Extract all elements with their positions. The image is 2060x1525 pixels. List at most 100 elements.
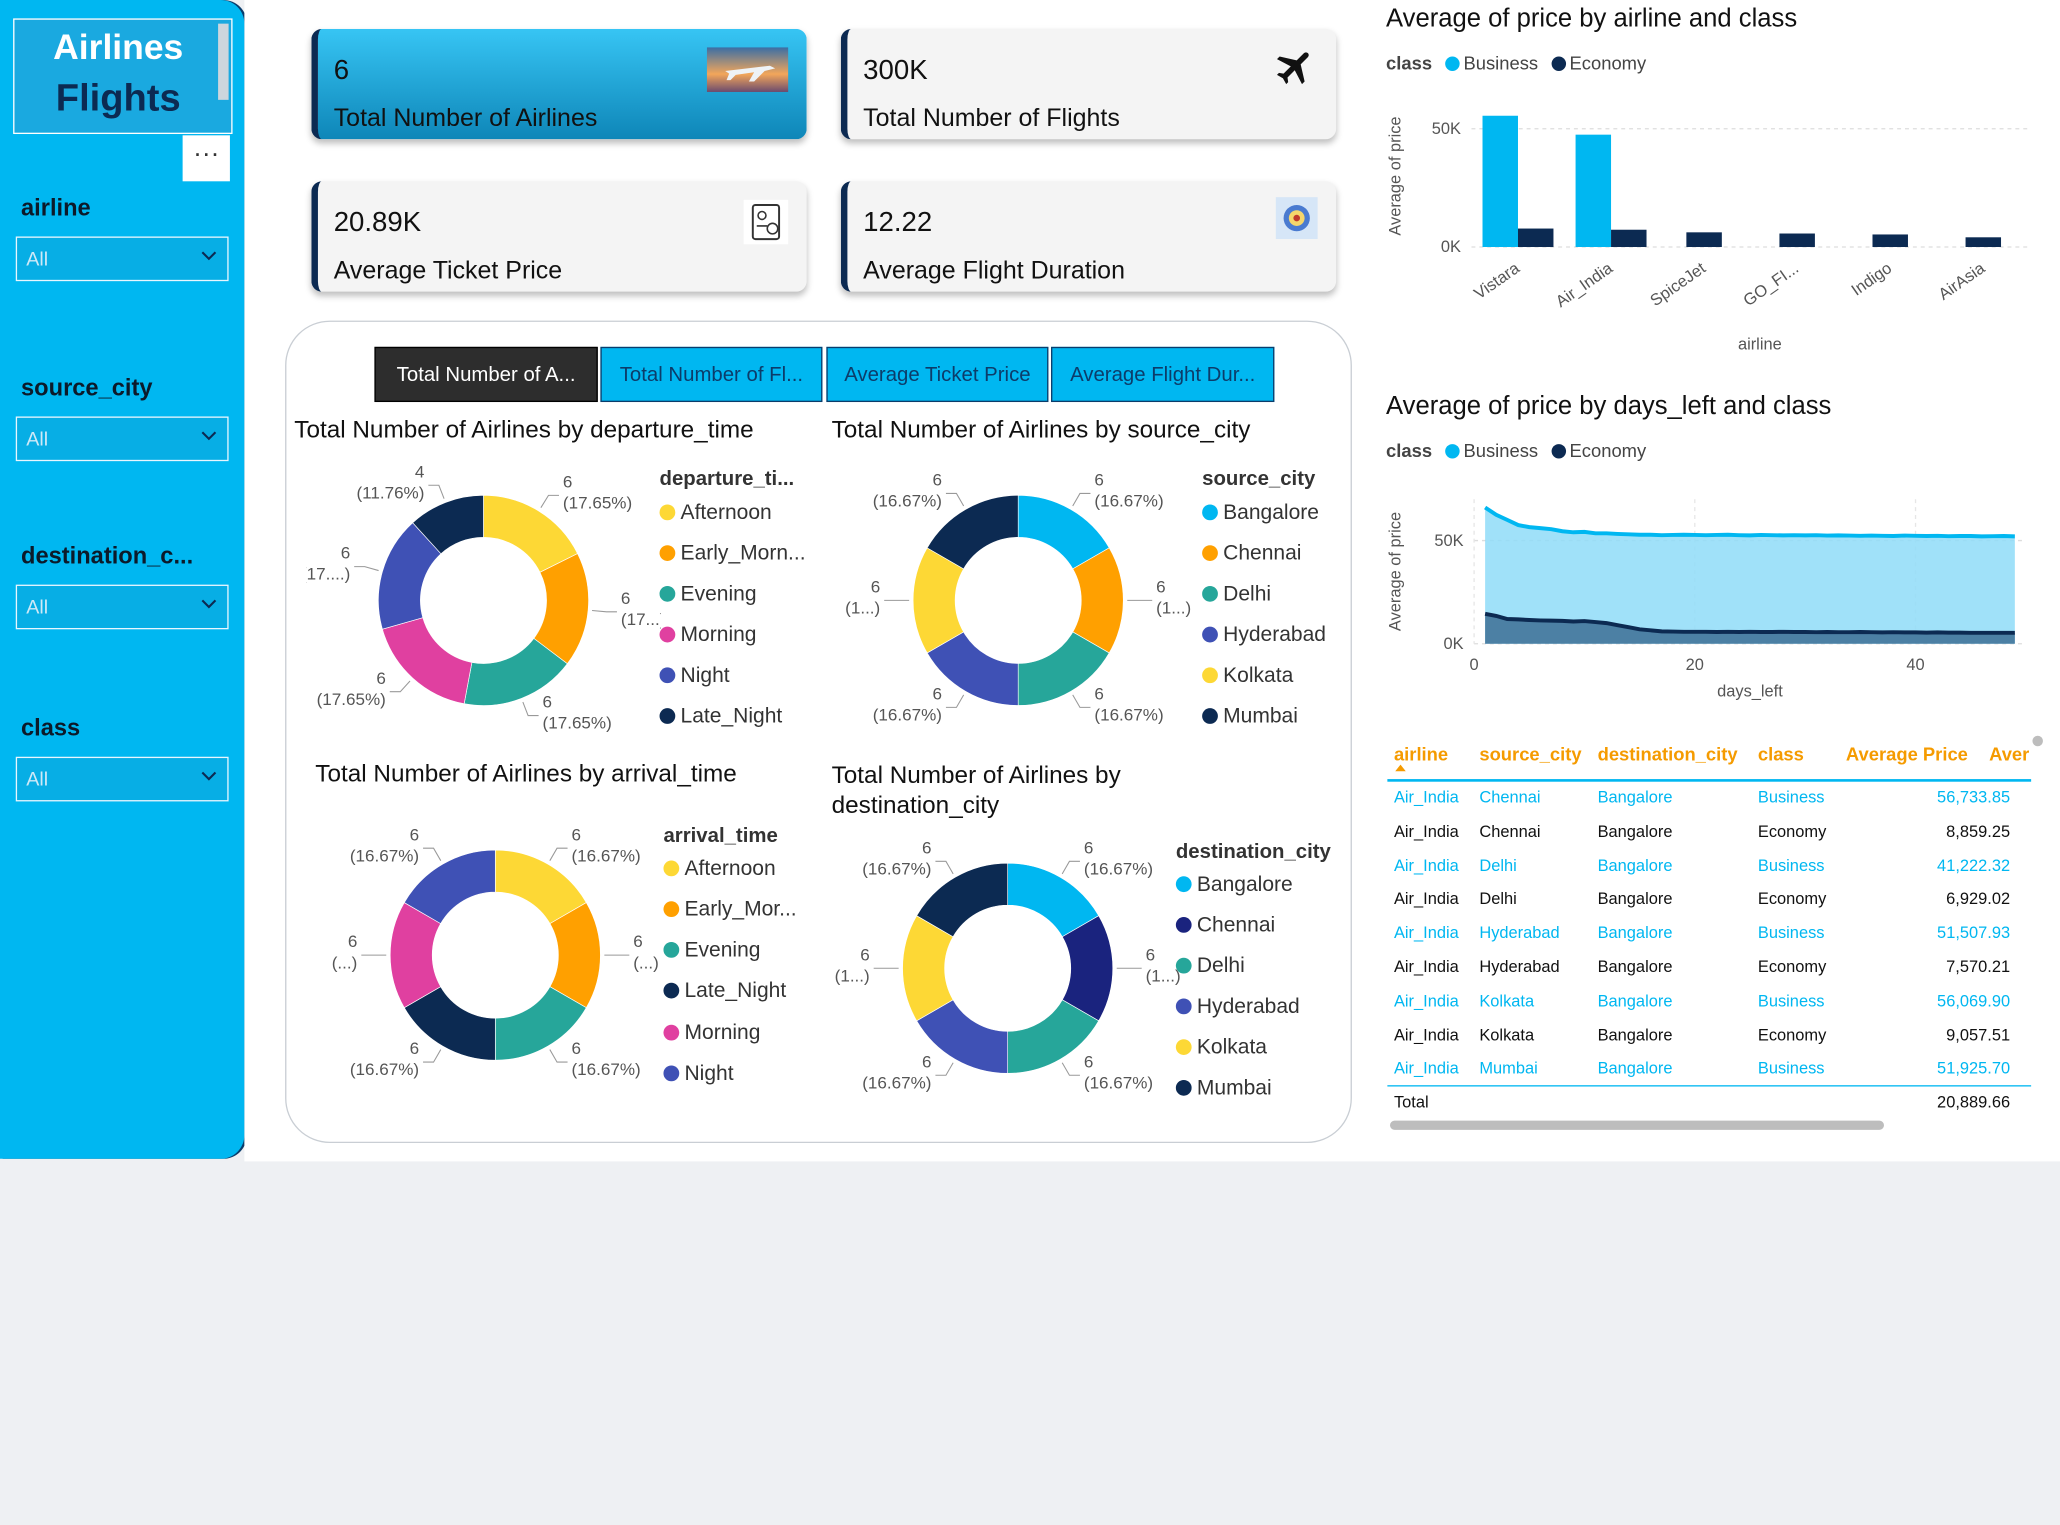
legend-item[interactable]: Kolkata <box>1202 665 1293 689</box>
x-tick-label: 40 <box>1906 656 1924 674</box>
legend-item[interactable]: Early_Mor... <box>663 899 797 923</box>
data-label: (16.67%) <box>350 846 419 865</box>
legend-item[interactable]: Late_Night <box>663 980 786 1004</box>
filter-value-class: All <box>26 768 49 791</box>
more-options-button[interactable]: ··· <box>182 135 230 182</box>
table-row[interactable]: Air_India Hyderabad Bangalore Economy 7,570.… <box>1387 958 2031 987</box>
table-cell: Bangalore <box>1597 1059 1673 1078</box>
legend-item[interactable]: Mumbai <box>1175 1077 1272 1101</box>
column-header[interactable]: Aver <box>1989 744 2029 765</box>
dashboard: Airlines Flights ··· airline All source_… <box>0 0 2060 1525</box>
legend-item-economy[interactable]: Economy <box>1570 53 1647 74</box>
kpi-card-airlines[interactable]: 6 Total Number of Airlines <box>311 28 807 140</box>
legend-item-business[interactable]: Business <box>1463 440 1538 461</box>
legend-item[interactable]: Morning <box>663 1022 760 1046</box>
legend-item-business[interactable]: Business <box>1463 53 1538 74</box>
legend-item[interactable]: Bangalore <box>1175 874 1293 898</box>
data-label: (16.67%) <box>873 492 942 511</box>
tab-average-flight-duration[interactable]: Average Flight Dur... <box>1051 346 1275 403</box>
filter-dropdown-airline[interactable]: All <box>15 236 229 282</box>
chevron-down-icon <box>201 251 217 261</box>
filter-dropdown-class[interactable]: All <box>15 756 229 802</box>
bar-economy[interactable] <box>1686 232 1722 247</box>
area-chart: 0K 50K 0 20 40 Average of price days_left <box>1387 499 2026 700</box>
table-row[interactable]: Air_India Kolkata Bangalore Business 56,069.… <box>1387 992 2031 1021</box>
tab-total-flights[interactable]: Total Number of Fl... <box>600 346 823 403</box>
legend-item[interactable]: Hyderabad <box>1202 624 1326 648</box>
table-row[interactable]: Air_India Chennai Bangalore Economy 8,859.25 <box>1387 822 2031 851</box>
data-label: (17.65%) <box>317 690 386 709</box>
line-business[interactable] <box>1484 505 2015 539</box>
filter-value-destination-city: All <box>26 596 49 619</box>
bar-business[interactable] <box>1575 134 1612 247</box>
table-row[interactable]: Air_India Hyderabad Bangalore Business 51,50… <box>1387 924 2031 953</box>
legend-item[interactable]: Afternoon <box>659 502 772 526</box>
legend-item[interactable]: Night <box>659 665 730 689</box>
table-cell: Bangalore <box>1597 856 1673 875</box>
data-label: 6 <box>572 825 582 844</box>
horizontal-scrollbar[interactable] <box>1390 1120 1884 1130</box>
legend-item[interactable]: Delhi <box>1202 583 1271 607</box>
legend-item[interactable]: Delhi <box>1175 955 1245 979</box>
bar-economy[interactable] <box>1965 237 2002 247</box>
table-row[interactable]: Air_India Delhi Bangalore Economy 6,929.02 <box>1387 890 2031 919</box>
legend-item[interactable]: Chennai <box>1202 543 1301 567</box>
table-row[interactable]: Air_India Chennai Bangalore Business 56,733.… <box>1387 788 2031 817</box>
bar-economy[interactable] <box>1611 229 1647 247</box>
legend-item[interactable]: Evening <box>659 583 757 607</box>
legend-item[interactable]: Night <box>663 1063 734 1087</box>
table-row[interactable]: Air_India Mumbai Bangalore Business 51,925.7… <box>1387 1059 2031 1088</box>
kpi-label: Average Ticket Price <box>333 257 563 286</box>
leader-line <box>549 1049 568 1063</box>
column-header[interactable]: destination_city <box>1598 744 1738 765</box>
legend-item[interactable]: Afternoon <box>663 858 776 882</box>
kpi-card-ticket-price[interactable]: 20.89K Average Ticket Price <box>311 181 807 292</box>
table-row[interactable]: Air_India Delhi Bangalore Business 41,222.32 <box>1387 856 2031 885</box>
legend-item[interactable]: Kolkata <box>1175 1037 1267 1061</box>
column-header[interactable]: source_city <box>1479 744 1581 765</box>
table-row[interactable]: Air_India Kolkata Bangalore Economy 9,057.51 <box>1387 1026 2031 1055</box>
legend-item-economy[interactable]: Economy <box>1570 440 1647 461</box>
column-header[interactable]: class <box>1758 744 1804 765</box>
tab-average-ticket-price[interactable]: Average Ticket Price <box>826 346 1049 403</box>
table-cell: Business <box>1757 1059 1825 1078</box>
tab-total-airlines[interactable]: Total Number of A... <box>374 346 598 403</box>
data-label: (16.67%) <box>873 705 942 724</box>
title-scrollbar[interactable] <box>218 23 229 100</box>
legend-item[interactable]: Early_Morn... <box>659 543 806 567</box>
legend-item[interactable]: Evening <box>663 939 760 963</box>
ticket-price-icon <box>743 199 789 245</box>
data-label: 6 <box>1094 471 1104 490</box>
bar-business[interactable] <box>1482 115 1518 247</box>
donut-slice-morning[interactable] <box>381 617 473 705</box>
chevron-down-icon <box>201 599 217 609</box>
sort-ascending-icon[interactable] <box>1394 762 1407 773</box>
legend-item[interactable]: Hyderabad <box>1175 996 1300 1020</box>
filter-dropdown-destination-city[interactable]: All <box>15 584 229 630</box>
vertical-scrollbar[interactable] <box>2032 735 2043 747</box>
data-label: 6 <box>563 473 573 492</box>
report-title-line2: Flights <box>55 77 181 120</box>
table-cell: Air_India <box>1393 856 1459 875</box>
bar-economy[interactable] <box>1872 234 1908 247</box>
kpi-card-flights[interactable]: 300K Total Number of Flights <box>840 28 1337 140</box>
legend-item[interactable]: Mumbai <box>1202 706 1298 730</box>
leader-line <box>592 609 617 613</box>
bar-economy[interactable] <box>1779 233 1815 247</box>
total-label: Total <box>1393 1093 1429 1112</box>
leader-line <box>945 694 965 708</box>
bar-economy[interactable] <box>1517 228 1554 247</box>
legend-item[interactable]: Chennai <box>1175 914 1275 938</box>
legend-item[interactable]: Bangalore <box>1202 502 1319 526</box>
filter-dropdown-source-city[interactable]: All <box>15 416 229 462</box>
data-label: 6 <box>410 1039 420 1058</box>
column-header[interactable]: Average Price <box>1846 744 1968 765</box>
x-tick-label: Air_India <box>1553 259 1617 311</box>
legend-item[interactable]: Late_Night <box>659 706 782 730</box>
data-label: (16.67%) <box>350 1060 419 1079</box>
kpi-value: 300K <box>863 55 928 86</box>
kpi-card-flight-duration[interactable]: 12.22 Average Flight Duration <box>840 181 1337 292</box>
table-cell: Business <box>1757 788 1825 807</box>
legend-item[interactable]: Morning <box>659 624 757 648</box>
data-label: 6 <box>1084 1052 1094 1071</box>
